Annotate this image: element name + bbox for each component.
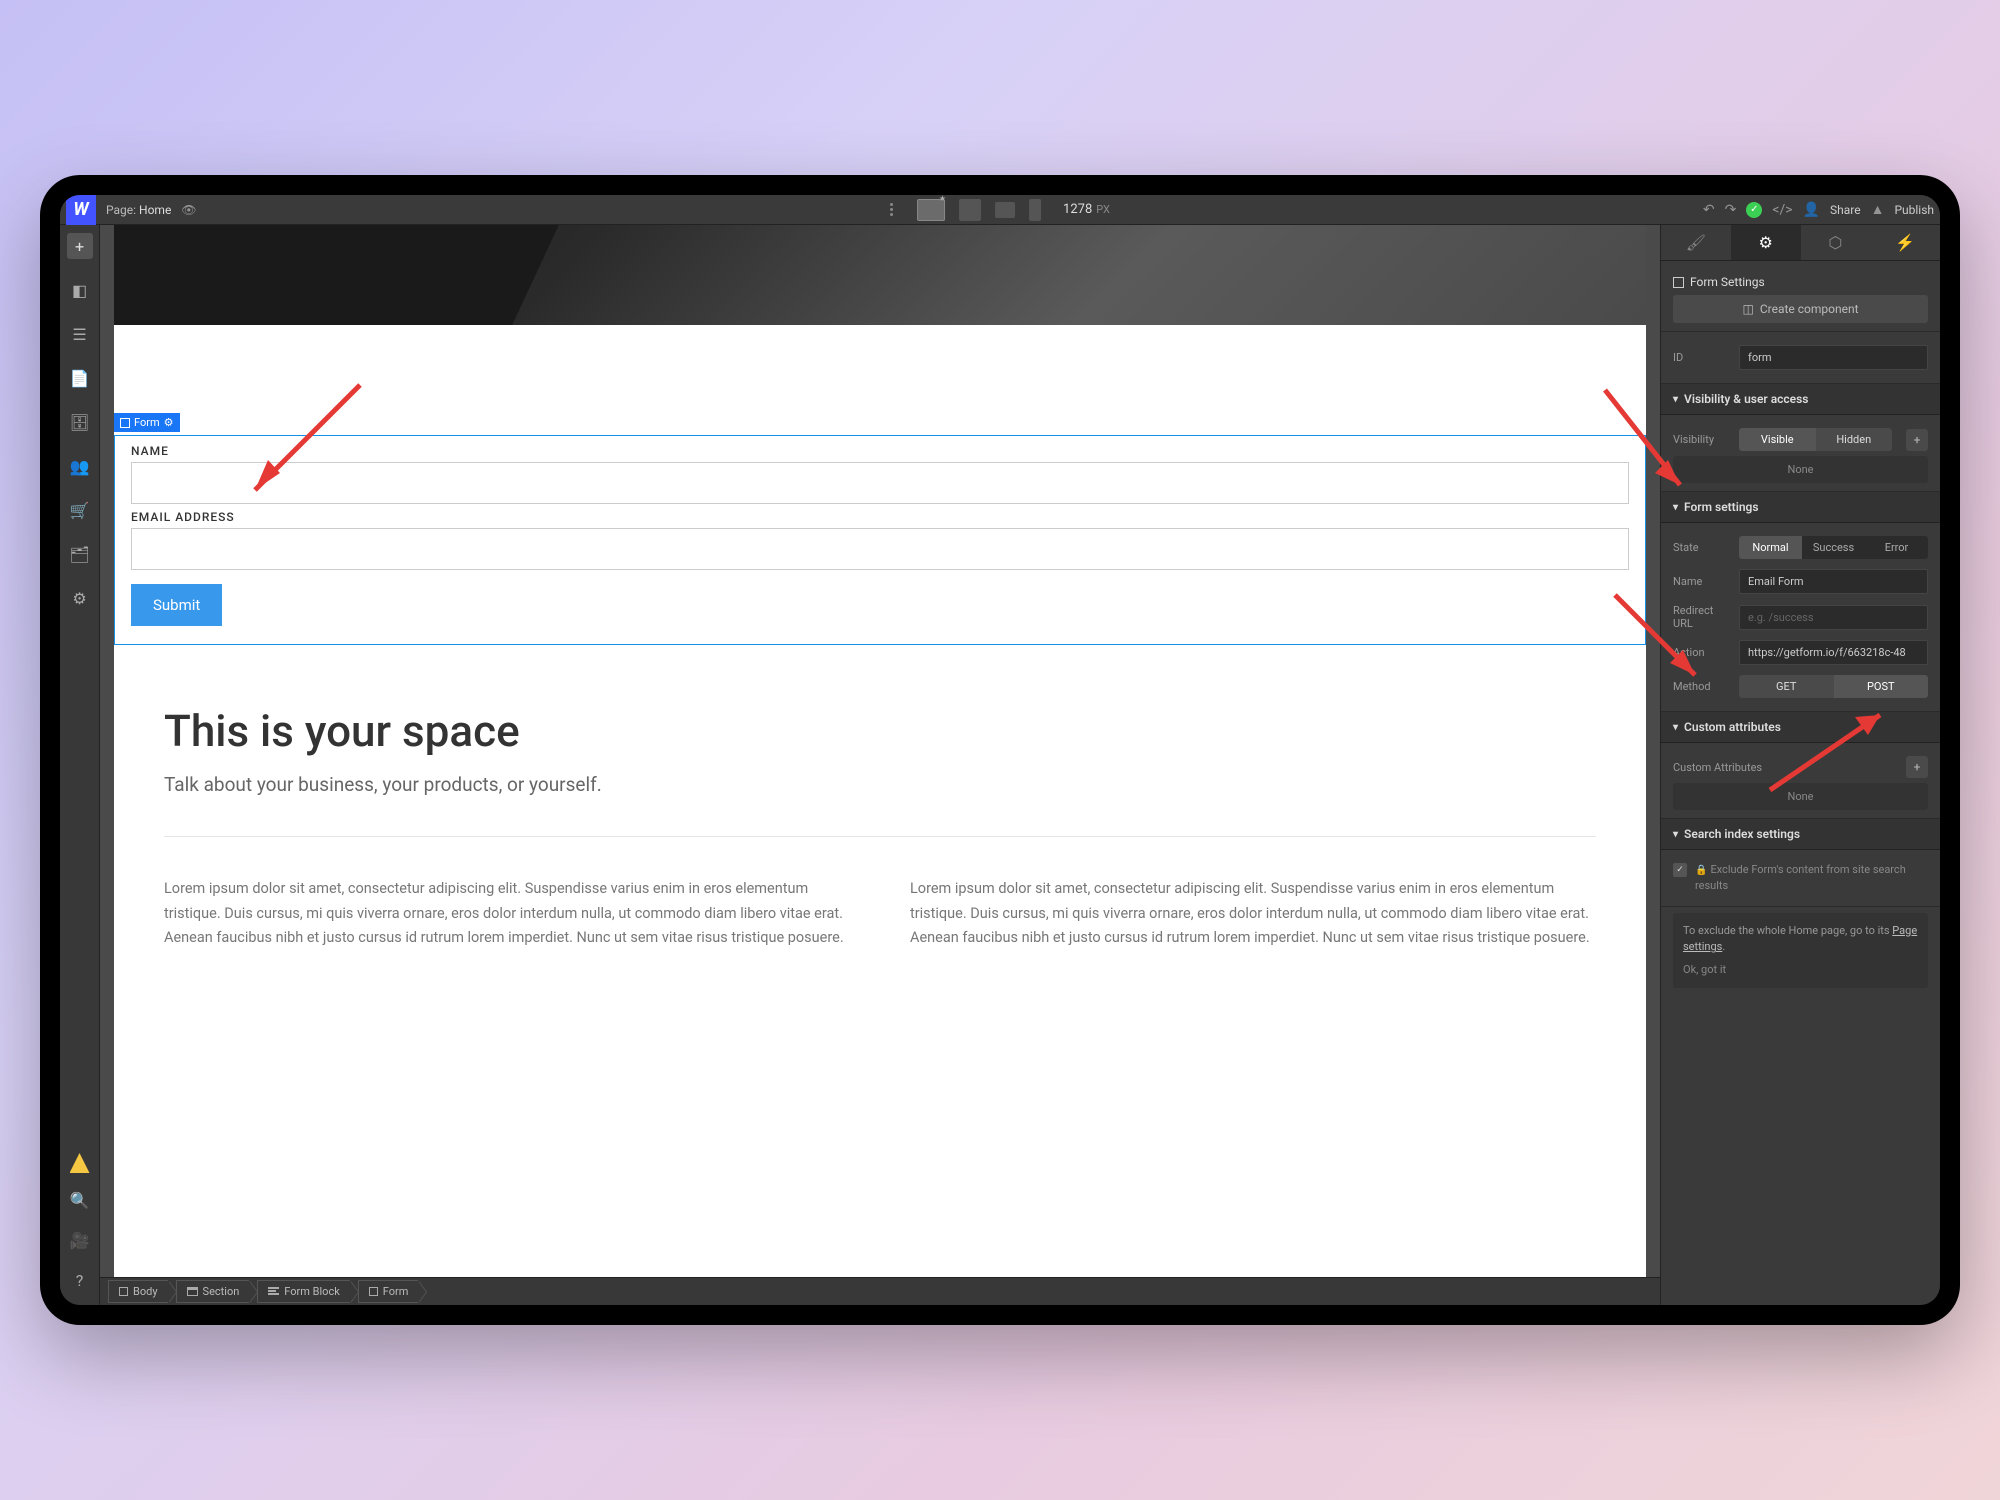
search-index-section-header[interactable]: Search index settings: [1661, 819, 1940, 850]
user-icon: 👤: [1803, 202, 1820, 218]
page-heading[interactable]: This is your space: [164, 705, 1596, 757]
submit-button[interactable]: Submit: [131, 584, 222, 626]
webflow-logo[interactable]: W: [66, 195, 96, 225]
lock-icon: 🔒: [1695, 865, 1707, 876]
page-subtitle[interactable]: Talk about your business, your products,…: [164, 773, 1596, 796]
breadcrumb-form[interactable]: Form: [358, 1280, 419, 1303]
preview-icon[interactable]: 👁: [181, 203, 196, 217]
canvas-width: 1278PX: [1063, 202, 1110, 217]
state-success[interactable]: Success: [1802, 536, 1865, 559]
add-element-button[interactable]: +: [67, 233, 93, 259]
canvas[interactable]: Form ⚙ NAME EMAIL ADDRESS Submit This is…: [114, 225, 1646, 1277]
method-get[interactable]: GET: [1739, 675, 1834, 698]
settings-icon[interactable]: ⚙: [67, 585, 93, 611]
page-settings-hint: To exclude the whole Home page, go to it…: [1673, 913, 1928, 989]
video-icon[interactable]: 🎥: [67, 1227, 93, 1253]
method-label: Method: [1673, 680, 1731, 693]
share-button[interactable]: Share: [1830, 203, 1861, 217]
hidden-option[interactable]: Hidden: [1816, 428, 1893, 451]
help-icon[interactable]: ?: [67, 1267, 93, 1293]
code-icon[interactable]: </>: [1772, 202, 1792, 218]
assets-icon[interactable]: 🗂: [67, 541, 93, 567]
state-label: State: [1673, 541, 1731, 554]
phone-landscape-breakpoint-button[interactable]: [995, 202, 1015, 218]
form-settings-section-header[interactable]: Form settings: [1661, 492, 1940, 523]
phone-breakpoint-button[interactable]: [1029, 199, 1041, 221]
breadcrumb-form-block[interactable]: Form Block: [257, 1280, 349, 1303]
undo-icon[interactable]: ↶: [1703, 202, 1715, 218]
exclude-checkbox[interactable]: ✓: [1673, 863, 1687, 877]
redirect-input[interactable]: [1739, 605, 1928, 630]
create-component-button[interactable]: ◫Create component: [1673, 295, 1928, 323]
gear-icon[interactable]: ⚙: [164, 416, 174, 429]
publish-icon: ▲: [1871, 201, 1885, 218]
selection-tag[interactable]: Form ⚙: [114, 413, 180, 432]
custom-attributes-section-header[interactable]: Custom attributes: [1661, 712, 1940, 743]
form-name-input[interactable]: [1739, 569, 1928, 594]
ok-got-it-button[interactable]: Ok, got it: [1683, 962, 1918, 979]
visibility-label: Visibility: [1673, 433, 1731, 446]
visible-option[interactable]: Visible: [1739, 428, 1816, 451]
left-sidebar: + ◧ ☰ 📄 🗄 👥 🛒 🗂 ⚙ 🔍 🎥 ?: [60, 225, 100, 1305]
settings-tab[interactable]: ⚙: [1731, 225, 1801, 260]
add-attribute-button[interactable]: +: [1906, 756, 1928, 778]
divider: [164, 836, 1596, 837]
redirect-label: Redirect URL: [1673, 604, 1731, 630]
form-icon: [120, 418, 130, 428]
cms-icon[interactable]: 🗄: [67, 409, 93, 435]
desktop-breakpoint-button[interactable]: [917, 199, 945, 221]
style-tab[interactable]: 🖌: [1661, 225, 1731, 260]
name-input[interactable]: [131, 462, 1629, 504]
custom-attributes-label: Custom Attributes: [1673, 761, 1892, 774]
id-input[interactable]: [1739, 345, 1928, 370]
right-panel: 🖌 ⚙ ⬡ ⚡ Form Settings ◫Create component …: [1660, 225, 1940, 1305]
hero-section[interactable]: [114, 225, 1646, 325]
id-label: ID: [1673, 351, 1731, 364]
exclude-text: 🔒Exclude Form's content from site search…: [1695, 862, 1928, 893]
interactions-tab[interactable]: ⚡: [1870, 225, 1940, 260]
method-post[interactable]: POST: [1834, 675, 1929, 698]
navigator-icon[interactable]: ☰: [67, 321, 93, 347]
breadcrumb-body[interactable]: Body: [108, 1280, 168, 1303]
custom-attributes-none: None: [1673, 783, 1928, 810]
visibility-none: None: [1673, 456, 1928, 483]
breadcrumb-section[interactable]: Section: [176, 1280, 250, 1303]
state-error[interactable]: Error: [1865, 536, 1928, 559]
redo-icon[interactable]: ↷: [1725, 202, 1737, 218]
cube-icon: ◫: [1742, 302, 1753, 316]
users-icon[interactable]: 👥: [67, 453, 93, 479]
body-text-left[interactable]: Lorem ipsum dolor sit amet, consectetur …: [164, 877, 850, 951]
form-settings-header: Form Settings: [1673, 269, 1928, 295]
top-bar: W Page: Home 👁 1278PX ↶ ↷ ✓ </> 👤 Share …: [60, 195, 1940, 225]
tablet-breakpoint-button[interactable]: [959, 199, 981, 221]
add-visibility-button[interactable]: +: [1906, 429, 1928, 451]
email-field-label: EMAIL ADDRESS: [131, 510, 1629, 524]
body-text-right[interactable]: Lorem ipsum dolor sit amet, consectetur …: [910, 877, 1596, 951]
page-label: Page: Home: [106, 203, 171, 217]
style-manager-tab[interactable]: ⬡: [1801, 225, 1871, 260]
publish-button[interactable]: Publish: [1894, 203, 1934, 217]
action-input[interactable]: [1739, 640, 1928, 665]
state-normal[interactable]: Normal: [1739, 536, 1802, 559]
pages-icon[interactable]: 📄: [67, 365, 93, 391]
ecommerce-icon[interactable]: 🛒: [67, 497, 93, 523]
action-label: Action: [1673, 646, 1731, 659]
more-icon[interactable]: [890, 203, 893, 216]
selection-label: Form: [134, 416, 160, 429]
email-input[interactable]: [131, 528, 1629, 570]
form-element[interactable]: NAME EMAIL ADDRESS Submit: [114, 435, 1646, 645]
search-icon[interactable]: 🔍: [67, 1187, 93, 1213]
breadcrumb: Body Section Form Block Form: [100, 1277, 1660, 1305]
name-field-label: NAME: [131, 444, 1629, 458]
visibility-section-header[interactable]: Visibility & user access: [1661, 384, 1940, 415]
cube-icon[interactable]: ◧: [67, 277, 93, 303]
status-check-icon[interactable]: ✓: [1746, 202, 1762, 218]
warning-icon[interactable]: [70, 1153, 90, 1173]
form-name-label: Name: [1673, 575, 1731, 588]
